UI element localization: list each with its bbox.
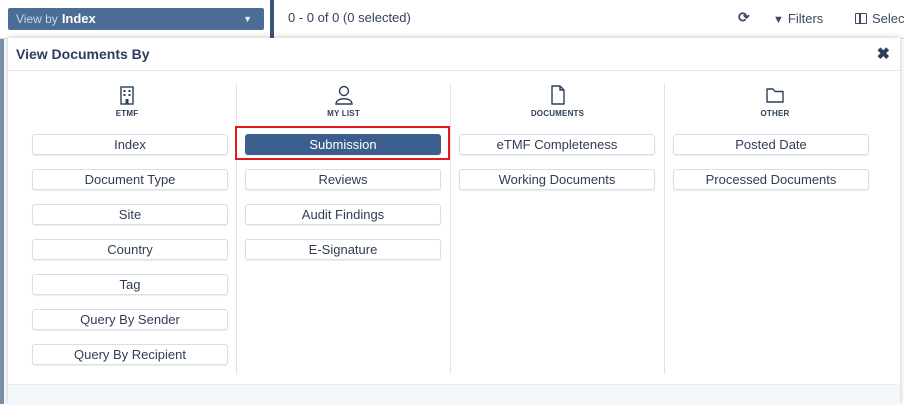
column-label: OTHER — [760, 109, 790, 118]
option-processed-documents[interactable]: Processed Documents — [673, 169, 869, 190]
filters-label: Filters — [787, 11, 824, 26]
option-site[interactable]: Site — [32, 204, 228, 225]
view-by-value: Index — [61, 11, 96, 26]
option-working-documents[interactable]: Working Documents — [459, 169, 655, 190]
column-label: MY LIST — [327, 109, 360, 118]
option-posted-date[interactable]: Posted Date — [673, 134, 869, 155]
option-reviews[interactable]: Reviews — [245, 169, 441, 190]
selection-highlight — [235, 126, 450, 160]
view-by-dropdown[interactable]: View by Index ▼ — [8, 8, 264, 30]
view-by-prefix: View by — [16, 12, 58, 26]
option-query-by-recipient[interactable]: Query By Recipient — [32, 344, 228, 365]
option-country[interactable]: Country — [32, 239, 228, 260]
user-icon — [334, 85, 353, 105]
option-document-type[interactable]: Document Type — [32, 169, 228, 190]
column-etmf: ETMF Index Document Type Site Country Ta… — [18, 84, 237, 374]
filter-icon: ▼ — [773, 14, 784, 26]
selection-count: 0 - 0 of 0 (0 selected) — [288, 10, 411, 25]
option-etmf-completeness[interactable]: eTMF Completeness — [459, 134, 655, 155]
view-documents-modal: View Documents By ✖ ETMF Index Document … — [8, 38, 900, 405]
folder-icon — [766, 88, 784, 103]
column-other: OTHER Posted Date Processed Documents — [665, 84, 885, 374]
column-header-etmf: ETMF — [18, 84, 236, 124]
modal-footer — [8, 384, 900, 405]
filters-button[interactable]: ▼ Filters — [773, 11, 823, 26]
option-index[interactable]: Index — [32, 134, 228, 155]
option-e-signature[interactable]: E-Signature — [245, 239, 441, 260]
close-icon[interactable]: ✖ — [877, 44, 890, 64]
column-header-documents: DOCUMENTS — [451, 84, 664, 124]
option-query-by-sender[interactable]: Query By Sender — [32, 309, 228, 330]
frame-edge — [0, 0, 4, 404]
column-header-my-list: MY LIST — [237, 84, 450, 124]
column-label: ETMF — [115, 109, 139, 118]
chevron-down-icon: ▼ — [243, 14, 252, 24]
list-toolbar: View by Index ▼ 0 - 0 of 0 (0 selected) ⟳… — [0, 0, 904, 39]
option-audit-findings[interactable]: Audit Findings — [245, 204, 441, 225]
building-icon — [120, 86, 134, 105]
option-tag[interactable]: Tag — [32, 274, 228, 295]
column-documents: DOCUMENTS eTMF Completeness Working Docu… — [451, 84, 665, 374]
select-columns-button[interactable]: Selec — [855, 11, 904, 26]
modal-header: View Documents By ✖ — [8, 38, 900, 71]
refresh-icon[interactable]: ⟳ — [738, 9, 750, 26]
column-header-other: OTHER — [665, 84, 885, 124]
document-icon — [550, 85, 565, 105]
column-label: DOCUMENTS — [530, 109, 585, 118]
select-label: Selec — [872, 11, 904, 26]
modal-title: View Documents By — [16, 46, 150, 62]
columns-icon — [855, 13, 867, 24]
